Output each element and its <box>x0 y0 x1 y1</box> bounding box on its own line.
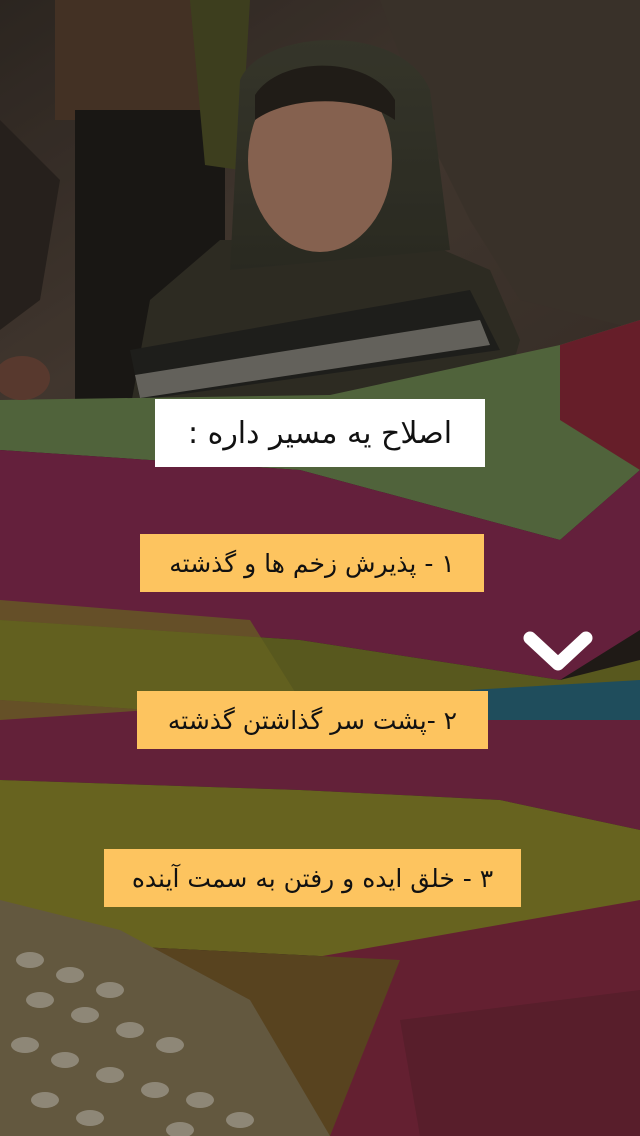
step-3-text: ۳ - خلق ایده و رفتن به سمت آینده <box>131 863 494 893</box>
step-1-text: ۱ - پذیرش زخم ها و گذشته <box>169 548 455 578</box>
title-text: اصلاح یه مسیر داره : <box>187 415 453 451</box>
title-sticker: اصلاح یه مسیر داره : <box>155 399 485 467</box>
story-screen: اصلاح یه مسیر داره : ۱ - پذیرش زخم ها و … <box>0 0 640 1136</box>
step-2-sticker: ۲ -پشت سر گذاشتن گذشته <box>137 691 488 749</box>
chevron-down-icon[interactable] <box>520 624 596 676</box>
step-3-sticker: ۳ - خلق ایده و رفتن به سمت آینده <box>104 849 521 907</box>
step-2-text: ۲ -پشت سر گذاشتن گذشته <box>167 705 458 735</box>
step-1-sticker: ۱ - پذیرش زخم ها و گذشته <box>140 534 484 592</box>
